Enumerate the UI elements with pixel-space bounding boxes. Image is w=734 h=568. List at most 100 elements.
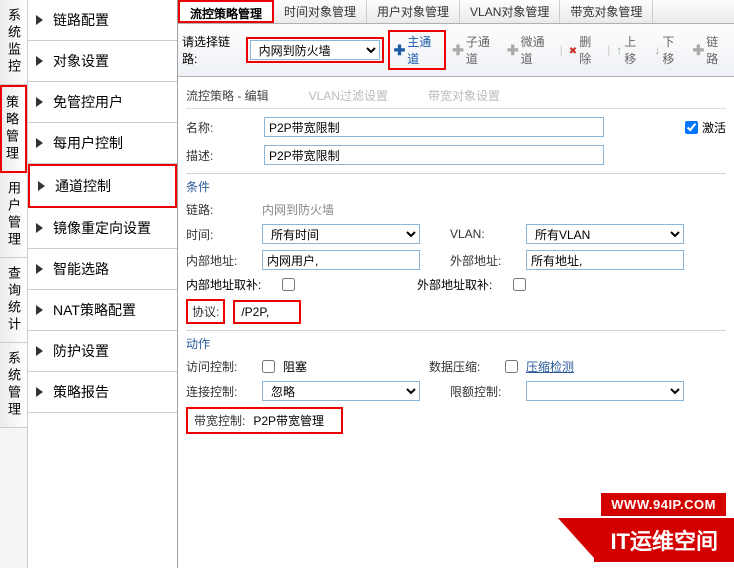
triangle-icon (36, 15, 43, 25)
outer-addr-input[interactable] (526, 250, 684, 270)
triangle-icon (36, 264, 43, 274)
sidebar-item-label: 防护设置 (53, 341, 109, 361)
desc-label: 描述: (186, 147, 254, 164)
plus-icon: ✚ (507, 42, 519, 59)
sidebar-item-label: 智能选路 (53, 259, 109, 279)
name-input[interactable] (264, 117, 604, 137)
vtab-policy[interactable]: 策略管理 (0, 85, 27, 173)
delete-button[interactable]: 删除 (567, 33, 603, 67)
micro-channel-label: 微通道 (521, 33, 554, 67)
triangle-icon (36, 305, 43, 315)
sidebar-item-channel-control[interactable]: 通道控制 (28, 164, 177, 208)
link-select-highlight: 内网到防火墙 (246, 37, 384, 63)
triangle-icon (36, 56, 43, 66)
actions-title: 动作 (186, 335, 726, 352)
tab-time-object[interactable]: 时间对象管理 (274, 0, 367, 23)
time-label: 时间: (186, 226, 254, 243)
tab-bw-object[interactable]: 带宽对象管理 (560, 0, 653, 23)
breadcrumb: 流控策略 - 编辑 VLAN过滤设置 带宽对象设置 (186, 83, 726, 109)
tab-vlan-object[interactable]: VLAN对象管理 (460, 0, 560, 23)
inner-addr-input[interactable] (262, 250, 420, 270)
sidebar-item-exempt-user[interactable]: 免管控用户 (28, 82, 177, 123)
proto-label: 协议: (186, 299, 225, 324)
conn-ctrl-select[interactable]: 忽略 (262, 381, 420, 401)
actions-fieldset: 动作 访问控制:阻塞 数据压缩:压缩检测 连接控制: 忽略 限额控制: (186, 330, 726, 434)
breadcrumb-main: 流控策略 - 编辑 (186, 87, 269, 104)
right-panel: 流控策略管理 时间对象管理 用户对象管理 VLAN对象管理 带宽对象管理 请选择… (178, 0, 734, 568)
sidebar-item-mirror[interactable]: 镜像重定向设置 (28, 208, 177, 249)
compress-checkbox[interactable] (505, 360, 518, 373)
proto-input[interactable] (237, 303, 297, 321)
top-tabs: 流控策略管理 时间对象管理 用户对象管理 VLAN对象管理 带宽对象管理 (178, 0, 734, 24)
vertical-tabs: 系统监控 策略管理 用户管理 查询统计 系统管理 (0, 0, 28, 568)
desc-input[interactable] (264, 145, 604, 165)
vtab-user[interactable]: 用户管理 (0, 173, 27, 258)
up-label: 上移 (624, 33, 646, 67)
select-link-label: 请选择链路: (182, 33, 242, 67)
move-up-button[interactable]: 上移 (614, 33, 648, 67)
watermark-url: WWW.94IP.COM (601, 493, 726, 516)
block-checkbox[interactable] (262, 360, 275, 373)
sidebar-item-link-config[interactable]: 链路配置 (28, 0, 177, 41)
sidebar-item-per-user[interactable]: 每用户控制 (28, 123, 177, 164)
sidebar-item-label: 通道控制 (55, 176, 111, 196)
inner-inv-label: 内部地址取补: (186, 276, 274, 293)
triangle-icon (36, 387, 43, 397)
triangle-icon (36, 223, 43, 233)
quota-select[interactable] (526, 381, 684, 401)
vtab-monitor[interactable]: 系统监控 (0, 0, 27, 85)
activate-checkbox[interactable] (685, 121, 698, 134)
main-channel-highlight: ✚主通道 (388, 30, 447, 70)
outer-inv-label: 外部地址取补: (417, 276, 505, 293)
name-label: 名称: (186, 119, 254, 136)
vtab-system[interactable]: 系统管理 (0, 343, 27, 428)
sidebar-item-object[interactable]: 对象设置 (28, 41, 177, 82)
triangle-icon (38, 181, 45, 191)
vtab-query[interactable]: 查询统计 (0, 258, 27, 343)
sidebar-item-smart-route[interactable]: 智能选路 (28, 249, 177, 290)
sidebar: 链路配置 对象设置 免管控用户 每用户控制 通道控制 镜像重定向设置 智能选路 … (28, 0, 177, 568)
link-label: 链路 (706, 33, 728, 67)
inner-inv-checkbox[interactable] (282, 278, 295, 291)
down-label: 下移 (662, 33, 684, 67)
breadcrumb-ghost1: VLAN过滤设置 (309, 87, 388, 104)
inner-addr-label: 内部地址: (186, 252, 254, 269)
bw-ctrl-input[interactable] (249, 412, 339, 430)
vlan-select[interactable]: 所有VLAN (526, 224, 684, 244)
link-button[interactable]: ✚链路 (691, 33, 731, 67)
add-micro-channel-button[interactable]: ✚微通道 (505, 33, 556, 67)
delete-label: 删除 (579, 33, 601, 67)
move-down-button[interactable]: 下移 (652, 33, 686, 67)
proto-input-highlight (233, 300, 301, 324)
compress-detect-link[interactable]: 压缩检测 (526, 358, 574, 375)
plus-icon: ✚ (394, 42, 406, 59)
sidebar-item-label: 对象设置 (53, 51, 109, 71)
sidebar-item-label: NAT策略配置 (53, 300, 136, 320)
sidebar-item-policy-report[interactable]: 策略报告 (28, 372, 177, 413)
bw-ctrl-label: 带宽控制: (190, 410, 249, 431)
triangle-icon (36, 138, 43, 148)
arrow-up-icon (616, 43, 622, 57)
sidebar-item-nat[interactable]: NAT策略配置 (28, 290, 177, 331)
add-main-channel-button[interactable]: ✚主通道 (392, 33, 443, 67)
outer-inv-checkbox[interactable] (513, 278, 526, 291)
block-label: 阻塞 (283, 358, 307, 375)
vlan-label: VLAN: (450, 227, 518, 241)
sidebar-item-label: 免管控用户 (53, 92, 123, 112)
conditions-fieldset: 条件 链路:内网到防火墙 时间: 所有时间 VLAN: 所有VLAN 内部地址: (186, 173, 726, 324)
main-channel-label: 主通道 (407, 33, 440, 67)
breadcrumb-ghost2: 带宽对象设置 (428, 87, 500, 104)
access-ctrl-label: 访问控制: (186, 358, 254, 375)
tab-flow-policy[interactable]: 流控策略管理 (178, 0, 274, 23)
add-sub-channel-button[interactable]: ✚子通道 (450, 33, 501, 67)
left-panel: 系统监控 策略管理 用户管理 查询统计 系统管理 链路配置 对象设置 免管控用户… (0, 0, 178, 568)
tab-user-object[interactable]: 用户对象管理 (367, 0, 460, 23)
link-select[interactable]: 内网到防火墙 (250, 40, 380, 60)
link-display: 内网到防火墙 (262, 201, 334, 218)
sidebar-item-label: 镜像重定向设置 (53, 218, 151, 238)
sidebar-item-defense[interactable]: 防护设置 (28, 331, 177, 372)
time-select[interactable]: 所有时间 (262, 224, 420, 244)
toolbar: 请选择链路: 内网到防火墙 ✚主通道 ✚子通道 ✚微通道 | 删除 | 上移 下… (178, 24, 734, 77)
conn-ctrl-label: 连接控制: (186, 383, 254, 400)
activate-label: 激活 (702, 119, 726, 136)
